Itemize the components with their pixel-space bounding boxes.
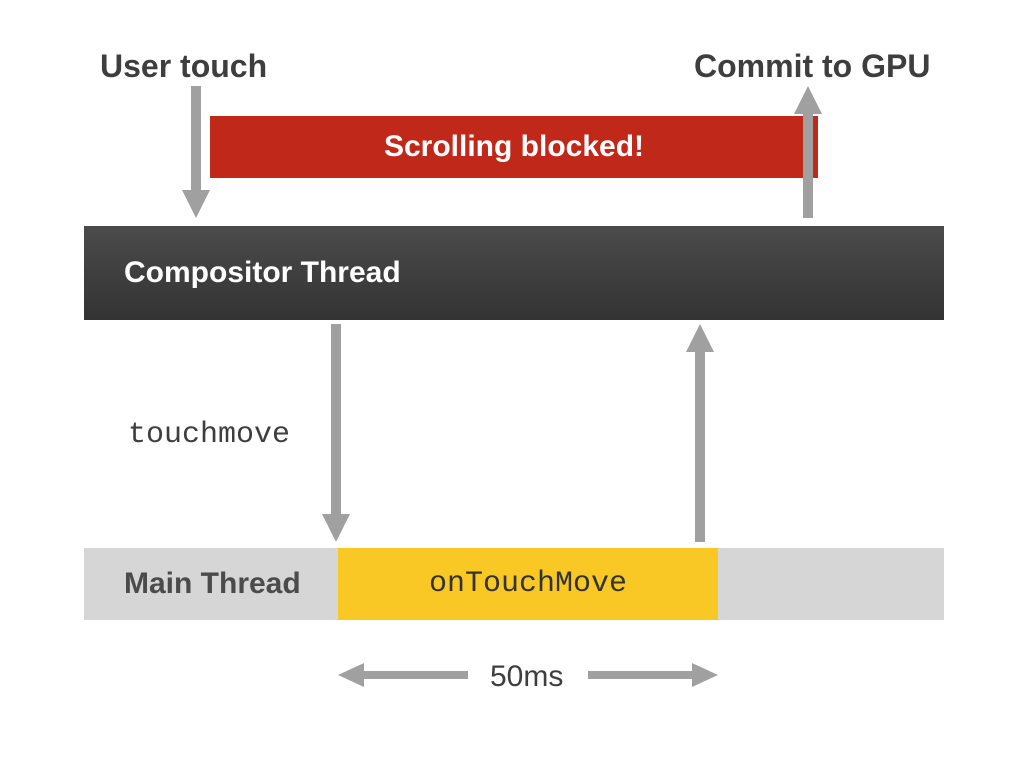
scrolling-blocked-bar: Scrolling blocked! bbox=[210, 116, 818, 178]
arrow-to-compositor-up-icon bbox=[700, 324, 701, 325]
compositor-thread-bar: Compositor Thread bbox=[84, 226, 944, 320]
handler-label: onTouchMove bbox=[429, 567, 627, 601]
ontouchmove-handler-segment: onTouchMove bbox=[338, 548, 718, 620]
arrow-user-touch-down-icon bbox=[196, 86, 197, 87]
duration-span-double-arrow-icon bbox=[338, 675, 339, 676]
arrow-commit-gpu-up-icon bbox=[808, 86, 809, 87]
diagram-stage: User touch Commit to GPU Scrolling block… bbox=[0, 0, 1024, 768]
label-user-touch: User touch bbox=[100, 50, 267, 82]
label-commit-gpu: Commit to GPU bbox=[694, 50, 930, 82]
compositor-label: Compositor Thread bbox=[124, 256, 401, 290]
blocked-text: Scrolling blocked! bbox=[384, 130, 644, 164]
touchmove-event-label: touchmove bbox=[128, 418, 290, 452]
main-thread-label: Main Thread bbox=[124, 567, 301, 601]
arrow-to-main-thread-down-icon bbox=[336, 324, 337, 325]
duration-label: 50ms bbox=[490, 660, 563, 694]
